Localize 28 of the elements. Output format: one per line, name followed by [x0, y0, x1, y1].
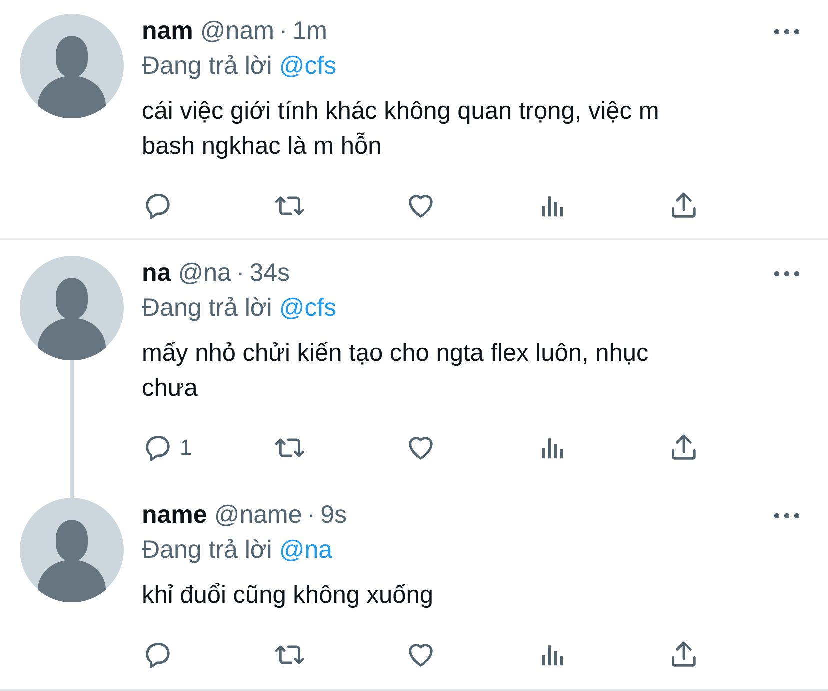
- separator-dot: ·: [307, 501, 316, 530]
- tweet-row[interactable]: name @name · 9s Đang trả lời @na khỉ đuổi cũng không xuống: [0, 482, 828, 691]
- user-name[interactable]: name: [142, 501, 208, 530]
- separator-dot: ·: [279, 17, 288, 46]
- avatar-icon[interactable]: [20, 14, 124, 118]
- avatar-icon[interactable]: [20, 256, 124, 360]
- tweet-row[interactable]: na @na · 34s Đang trả lời @cfs mấy nhỏ chửi kiến tạo cho ngta flex luôn, nhục chưa 1: [0, 240, 828, 482]
- user-name[interactable]: nam: [142, 17, 194, 46]
- more-icon[interactable]: [774, 270, 800, 276]
- more-icon[interactable]: [774, 512, 800, 518]
- replying-label: Đang trả lời: [142, 536, 272, 565]
- tweet-text: mấy nhỏ chửi kiến tạo cho ngta flex luôn, nhục chưa: [142, 339, 650, 404]
- reply-count: 1: [180, 435, 192, 461]
- user-handle[interactable]: @nam: [200, 17, 274, 46]
- tweet-time: 34s: [250, 259, 290, 288]
- tweet-row[interactable]: nam @nam · 1m Đang trả lời @cfs cái việc giới tính khác không quan trọng, việc m bash ngkhac là m hỗn: [0, 0, 828, 240]
- replying-label: Đang trả lời: [142, 294, 272, 323]
- user-handle[interactable]: @name: [214, 501, 302, 530]
- tweet-text: cái việc giới tính khác không quan trọng, việc m bash ngkhac là m hỗn: [142, 97, 660, 162]
- tweet-text: khỉ đuổi cũng không xuống: [142, 581, 434, 611]
- user-name[interactable]: na: [142, 259, 172, 288]
- avatar-icon[interactable]: [20, 498, 124, 602]
- more-icon[interactable]: [774, 28, 800, 34]
- replying-label: Đang trả lời: [142, 52, 272, 81]
- separator-dot: ·: [236, 259, 245, 288]
- tweet-time: 9s: [320, 501, 347, 530]
- user-handle[interactable]: @na: [178, 259, 232, 288]
- tweet-time: 1m: [292, 17, 328, 46]
